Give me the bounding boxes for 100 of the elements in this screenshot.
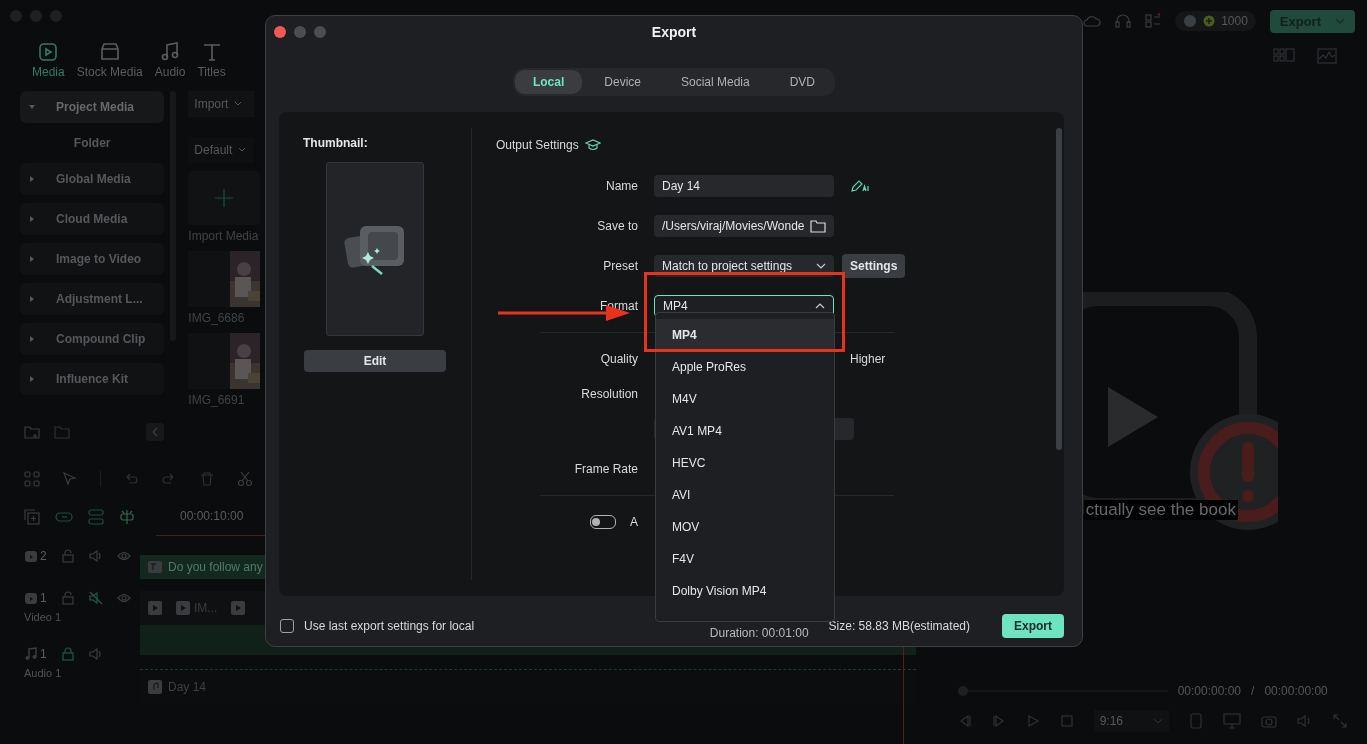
maximize-dot[interactable] (314, 26, 326, 38)
media-label: IMG_6691 (188, 393, 246, 407)
format-option[interactable]: AV1 MP4 (656, 415, 834, 447)
snap-icon[interactable] (119, 509, 135, 525)
export-tab[interactable]: Social Media (663, 70, 768, 94)
toggle-switch[interactable] (590, 515, 616, 529)
dialog-title: Export (651, 24, 697, 40)
new-folder-icon[interactable] (24, 425, 40, 439)
play-icon (148, 601, 162, 615)
edit-button[interactable]: Edit (304, 350, 446, 372)
plus-icon (214, 188, 235, 208)
music-icon (24, 647, 38, 661)
format-option[interactable]: MP4 (656, 319, 834, 351)
speaker-icon[interactable] (88, 549, 103, 563)
collapse-button[interactable] (146, 423, 165, 441)
cloud-icon[interactable] (1083, 13, 1102, 29)
play-icon[interactable] (1025, 714, 1040, 728)
import-media-tile[interactable] (188, 171, 261, 225)
apps-icon[interactable] (1145, 13, 1162, 29)
section-title: Output Settings (496, 138, 579, 152)
current-time: 00:00:00:00 (1177, 684, 1242, 698)
name-field[interactable]: Day 14 (654, 175, 834, 197)
checkbox-label: Use last export settings for local (304, 619, 475, 633)
format-option[interactable]: HEVC (656, 447, 834, 479)
format-option[interactable]: MOV (656, 511, 834, 543)
caret-icon (816, 262, 826, 270)
next-frame-icon[interactable] (991, 714, 1006, 728)
link-icon[interactable] (55, 509, 73, 525)
waveform-icon[interactable] (1317, 48, 1337, 64)
ai-pencil-icon[interactable] (850, 179, 870, 193)
speaker-icon[interactable] (88, 647, 103, 661)
format-option[interactable]: M4V (656, 383, 834, 415)
time-separator: / (1251, 684, 1255, 698)
checkbox[interactable] (280, 619, 294, 633)
caret-icon (1153, 717, 1163, 725)
field-label: Quality (600, 352, 638, 366)
export-tab[interactable]: Local (514, 70, 583, 94)
format-option[interactable]: Apple ProRes (656, 351, 834, 383)
film-icon (24, 591, 38, 605)
scissors-icon[interactable] (237, 471, 253, 487)
format-option[interactable]: AVI (656, 479, 834, 511)
field-label: Frame Rate (574, 462, 638, 476)
graduation-cap-icon[interactable] (584, 138, 601, 152)
field-label: Save to (597, 219, 638, 233)
split-track-icon[interactable] (88, 509, 104, 525)
format-option[interactable]: F4V (656, 543, 834, 575)
track-number: 1 (40, 647, 47, 661)
save-path-field[interactable]: /Users/viraj/Movies/Wonde (654, 215, 834, 237)
preset-select[interactable]: Match to project settings (654, 255, 834, 277)
play-icon (176, 601, 190, 615)
minimize-dot[interactable] (294, 26, 306, 38)
eye-icon[interactable] (116, 549, 131, 563)
lock-icon[interactable] (60, 591, 75, 605)
triangle-icon (28, 103, 36, 111)
format-option[interactable]: Dolby Vision MP4 (656, 575, 834, 607)
pointer-icon[interactable] (62, 471, 78, 487)
play-icon (231, 601, 246, 615)
settings-button[interactable]: Settings (842, 254, 906, 278)
fullscreen-icon[interactable] (1333, 714, 1347, 728)
caret-icon (234, 101, 243, 107)
size-text: Size: 58.83 MB(estimated) (828, 619, 970, 633)
export-tab[interactable]: Device (586, 70, 659, 94)
avatar-icon (1183, 14, 1198, 28)
track-label: Video 1 (24, 611, 63, 623)
media-label: Import Media (188, 229, 260, 243)
volume-icon[interactable] (1297, 714, 1313, 728)
lock-icon[interactable] (60, 647, 75, 661)
triangle-icon (28, 175, 36, 183)
folder-icon[interactable] (54, 425, 70, 439)
layout-icon[interactable] (24, 471, 40, 487)
toggle-label: A (630, 515, 638, 529)
eye-icon[interactable] (116, 591, 131, 605)
camera-icon[interactable] (1261, 714, 1277, 728)
monitor-icon[interactable] (1223, 713, 1241, 729)
delete-icon[interactable] (199, 471, 215, 487)
track-number: 2 (40, 549, 47, 563)
stop-icon[interactable] (1059, 714, 1074, 728)
track-number: 1 (40, 591, 47, 605)
grid-view-icon[interactable] (1273, 48, 1295, 62)
media-tab[interactable]: Media (30, 42, 67, 79)
speaker-icon[interactable] (88, 591, 103, 605)
export-button[interactable]: Export (1002, 614, 1064, 638)
chevron-left-icon (151, 427, 160, 437)
add-track-icon[interactable] (24, 509, 40, 525)
field-label: Name (606, 179, 638, 193)
headset-icon[interactable] (1115, 13, 1132, 29)
lock-icon[interactable] (60, 549, 75, 563)
caret-up-icon (815, 302, 825, 310)
subtitle-caption: ctually see the book (1083, 500, 1238, 520)
ruler-time: 00:00:10:00 (180, 509, 244, 523)
phone-icon[interactable] (1189, 713, 1203, 729)
close-dot[interactable] (274, 26, 286, 38)
caret-icon (1335, 17, 1345, 25)
export-tab[interactable]: DVD (771, 70, 834, 94)
stock-tab-icon (98, 42, 121, 62)
plus-coin-icon (1203, 15, 1216, 27)
film-icon (24, 549, 38, 563)
triangle-icon (28, 255, 36, 263)
scrollbar[interactable] (1056, 128, 1062, 450)
triangle-icon (28, 215, 36, 223)
